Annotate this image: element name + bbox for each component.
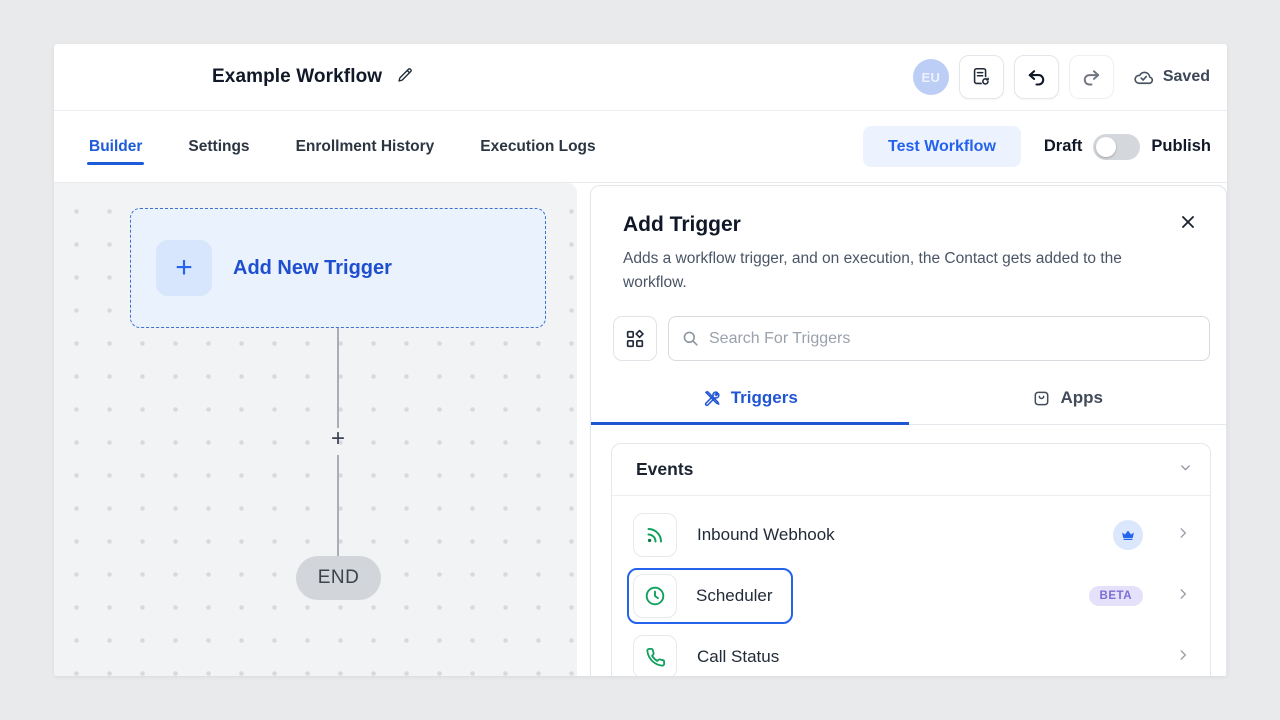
events-section: Events Inbound Webhook	[611, 443, 1211, 676]
header: Example Workflow EU	[54, 44, 1227, 111]
user-avatar[interactable]: EU	[913, 59, 949, 95]
save-status: Saved	[1132, 66, 1210, 89]
panel-description: Adds a workflow trigger, and on executio…	[623, 247, 1183, 295]
search-icon	[681, 329, 700, 353]
tab-settings[interactable]: Settings	[188, 128, 249, 178]
publish-label: Publish	[1151, 137, 1211, 156]
add-step-plus-button[interactable]: +	[324, 427, 352, 451]
panel-header: Add Trigger Adds a workflow trigger, and…	[591, 186, 1226, 295]
grid-category-icon	[624, 328, 646, 350]
saved-label: Saved	[1163, 68, 1210, 86]
end-node: END	[296, 556, 381, 600]
tools-icon	[702, 389, 721, 408]
list-item-scheduler[interactable]: Scheduler BETA	[633, 568, 1190, 624]
workflow-canvas[interactable]: + Add New Trigger + END	[54, 183, 577, 676]
list-item-label: Scheduler	[696, 586, 773, 606]
tab-triggers-label: Triggers	[731, 388, 798, 408]
search-input[interactable]	[668, 316, 1210, 361]
tab-apps-label: Apps	[1061, 388, 1104, 408]
test-workflow-button[interactable]: Test Workflow	[863, 126, 1021, 167]
document-refresh-icon	[970, 66, 992, 88]
list-item-call-status[interactable]: Call Status	[633, 629, 1190, 676]
connector-line-top	[337, 328, 339, 428]
title-wrap: Example Workflow	[212, 66, 414, 89]
add-trigger-panel: Add Trigger Adds a workflow trigger, and…	[590, 185, 1227, 676]
close-icon[interactable]	[1178, 212, 1198, 232]
list-item-inbound-webhook[interactable]: Inbound Webhook	[633, 507, 1190, 563]
edit-pencil-icon[interactable]	[396, 66, 414, 89]
list-item-label: Call Status	[697, 647, 779, 667]
apps-icon	[1032, 389, 1051, 408]
add-new-trigger-label: Add New Trigger	[233, 257, 392, 280]
clock-icon	[633, 574, 677, 618]
chevron-right-icon	[1176, 648, 1190, 667]
tab-enrollment-history[interactable]: Enrollment History	[296, 128, 435, 178]
tab-builder[interactable]: Builder	[89, 128, 142, 178]
chevron-right-icon	[1176, 526, 1190, 545]
tab-triggers[interactable]: Triggers	[591, 374, 909, 424]
beta-badge: BETA	[1089, 586, 1143, 606]
plus-icon: +	[156, 240, 212, 296]
publish-control: Draft Publish	[1044, 134, 1211, 160]
redo-icon	[1080, 66, 1103, 89]
row-right	[1176, 648, 1190, 667]
panel-tabs: Triggers Apps	[591, 374, 1226, 425]
toggle-knob	[1096, 137, 1116, 157]
tabbar-actions: Test Workflow Draft Publish	[863, 126, 1211, 167]
list-item-label: Inbound Webhook	[697, 525, 835, 545]
events-section-header[interactable]: Events	[612, 444, 1210, 496]
add-new-trigger-node[interactable]: + Add New Trigger	[130, 208, 546, 328]
webhook-rss-icon	[633, 513, 677, 557]
row-right: BETA	[1089, 586, 1190, 606]
events-list: Inbound Webhook	[612, 496, 1210, 676]
workflow-window: Example Workflow EU	[54, 44, 1227, 676]
premium-crown-icon	[1113, 520, 1143, 550]
tab-apps[interactable]: Apps	[909, 374, 1227, 424]
chevron-right-icon	[1176, 587, 1190, 606]
tab-execution-logs[interactable]: Execution Logs	[480, 128, 595, 178]
workflow-title: Example Workflow	[212, 66, 382, 88]
events-section-title: Events	[636, 459, 693, 480]
redo-button[interactable]	[1069, 55, 1114, 99]
search-row	[613, 316, 1210, 361]
connector-line-bottom	[337, 455, 339, 556]
row-right	[1113, 520, 1190, 550]
cloud-check-icon	[1132, 66, 1155, 89]
panel-title: Add Trigger	[623, 213, 1196, 237]
enrollment-report-button[interactable]	[959, 55, 1004, 99]
category-grid-button[interactable]	[613, 316, 657, 361]
search-wrap	[668, 316, 1210, 361]
selected-item-outline: Scheduler	[627, 568, 793, 624]
chevron-down-icon	[1178, 460, 1193, 480]
publish-toggle[interactable]	[1093, 134, 1140, 160]
phone-icon	[633, 635, 677, 676]
tab-bar: Builder Settings Enrollment History Exec…	[54, 111, 1227, 183]
undo-icon	[1025, 66, 1048, 89]
header-actions: EU	[913, 55, 1210, 99]
undo-button[interactable]	[1014, 55, 1059, 99]
draft-label: Draft	[1044, 137, 1083, 156]
